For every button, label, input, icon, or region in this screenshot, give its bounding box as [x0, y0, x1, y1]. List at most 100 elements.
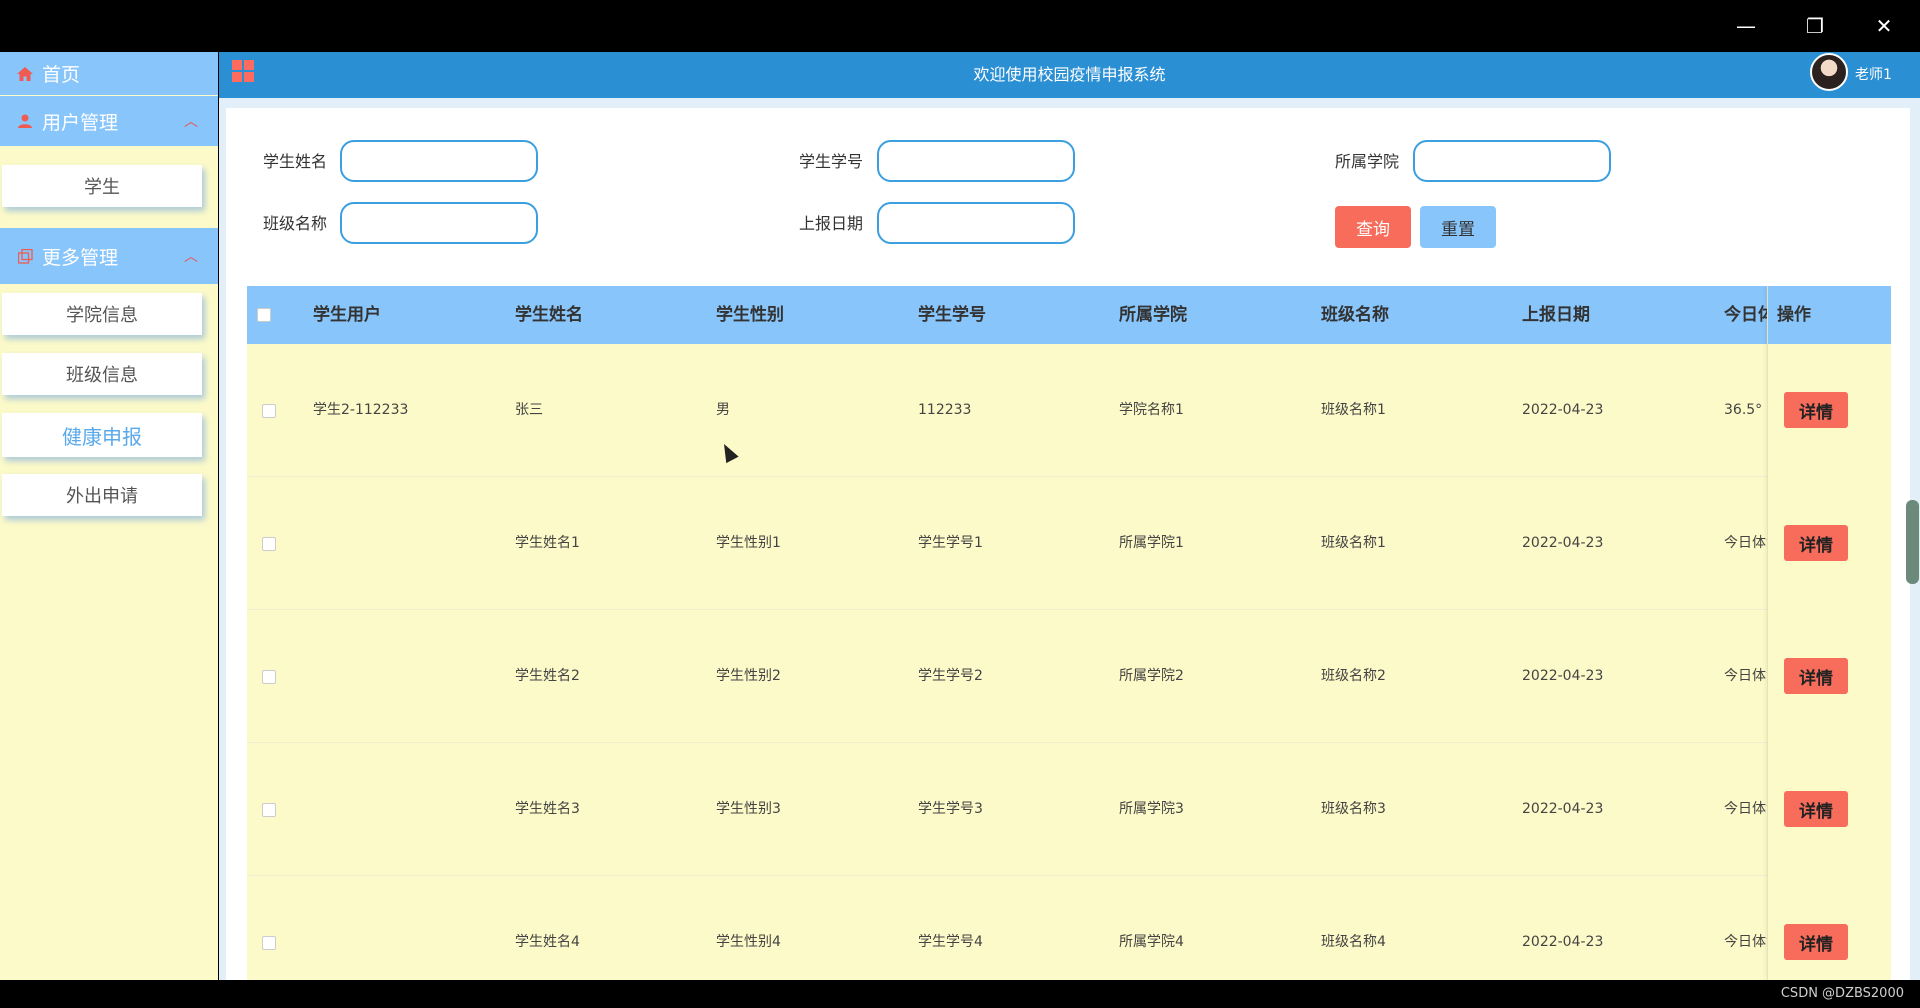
sidebar: 首页 用户管理 ︿ 学生 更多管理 ︿ 学院信息 班级信息 健康申报 外出申请	[0, 52, 218, 980]
cell-date: 2022-04-23	[1522, 801, 1604, 817]
page-scrollbar[interactable]	[1905, 98, 1920, 980]
grid-menu-icon[interactable]	[232, 60, 254, 82]
column-header: 操作	[1777, 305, 1811, 325]
chevron-up-icon: ︿	[184, 249, 198, 265]
sidebar-item-college[interactable]: 学院信息	[2, 293, 202, 335]
sidebar-item-student[interactable]: 学生	[2, 165, 202, 207]
cell-college: 所属学院3	[1119, 801, 1184, 817]
action-column-header-bg: 操作	[1768, 286, 1891, 344]
restore-icon[interactable]: ❐	[1782, 0, 1848, 52]
cell-date: 2022-04-23	[1522, 535, 1604, 551]
cell-date: 2022-04-23	[1522, 402, 1604, 418]
sidebar-group-label: 更多管理	[42, 246, 119, 269]
cell-college: 学院名称1	[1119, 402, 1184, 418]
class-name-input[interactable]	[340, 202, 538, 244]
college-label: 所属学院	[1335, 152, 1400, 171]
sidebar-home-label: 首页	[42, 64, 81, 86]
home-icon	[14, 66, 36, 81]
student-no-input[interactable]	[877, 140, 1075, 182]
cell-college: 所属学院2	[1119, 668, 1184, 684]
column-header[interactable]: 班级名称	[1321, 286, 1511, 344]
row-checkbox[interactable]	[262, 404, 276, 418]
detail-button[interactable]: 详情	[1784, 392, 1848, 428]
cell-temperature: 今日体温4	[1724, 934, 1767, 950]
table-row[interactable]: 学生2-112233 张三 男 112233 学院名称1 班级名称1 2022-…	[247, 344, 1891, 477]
column-header[interactable]: 学生性别	[716, 286, 906, 344]
column-header[interactable]: 学生学号	[918, 286, 1108, 344]
top-header: 欢迎使用校园疫情申报系统 老师1	[219, 52, 1920, 98]
cell-date: 2022-04-23	[1522, 668, 1604, 684]
cell-gender: 学生性别3	[716, 801, 781, 817]
column-header[interactable]: 学生姓名	[515, 286, 705, 344]
column-header[interactable]: 今日体温	[1724, 286, 1767, 344]
row-checkbox[interactable]	[262, 803, 276, 817]
avatar[interactable]	[1810, 53, 1848, 91]
column-header[interactable]: 学生用户	[313, 286, 503, 344]
watermark: CSDN @DZBS2000	[1780, 986, 1904, 1001]
cell-student-no: 学生学号1	[918, 535, 983, 551]
table-row[interactable]: 学生姓名2 学生性别2 学生学号2 所属学院2 班级名称2 2022-04-23…	[247, 610, 1891, 743]
report-date-input[interactable]	[877, 202, 1075, 244]
college-input[interactable]	[1413, 140, 1611, 182]
cell-college: 所属学院1	[1119, 535, 1184, 551]
sidebar-group-more-mgmt[interactable]: 更多管理 ︿	[0, 228, 218, 284]
cell-name: 学生姓名2	[515, 668, 580, 684]
cell-user	[313, 610, 503, 743]
detail-button[interactable]: 详情	[1784, 658, 1848, 694]
cell-date: 2022-04-23	[1522, 934, 1604, 950]
data-table: 学生用户 学生姓名 学生性别 学生学号 所属学院 班级名称 上报日期 今日体温 …	[247, 286, 1891, 980]
cell-college: 所属学院4	[1119, 934, 1184, 950]
cell-gender: 学生性别4	[716, 934, 781, 950]
cell-student-no: 112233	[918, 402, 972, 418]
cell-gender: 男	[716, 402, 730, 418]
cell-temperature: 今日体温1	[1724, 535, 1767, 551]
row-checkbox[interactable]	[262, 670, 276, 684]
scrollbar-thumb[interactable]	[1906, 500, 1919, 584]
sidebar-group-user-mgmt[interactable]: 用户管理 ︿	[0, 96, 218, 146]
sidebar-item-leave-request[interactable]: 外出申请	[2, 474, 202, 516]
column-header[interactable]: 所属学院	[1119, 286, 1309, 344]
cell-class: 班级名称4	[1321, 934, 1386, 950]
column-header[interactable]: 上报日期	[1522, 286, 1712, 344]
table-row[interactable]: 学生姓名4 学生性别4 学生学号4 所属学院4 班级名称4 2022-04-23…	[247, 876, 1891, 980]
cell-class: 班级名称1	[1321, 402, 1386, 418]
window-titlebar: — ❐ ✕	[0, 0, 1920, 52]
sidebar-item-label: 健康申报	[62, 424, 142, 449]
cell-name: 张三	[515, 402, 543, 418]
action-column: 操作 详情 详情 详情 详情 详情	[1767, 286, 1891, 980]
cell-user	[313, 477, 503, 610]
report-date-label: 上报日期	[799, 214, 864, 233]
cell-name: 学生姓名4	[515, 934, 580, 950]
table-row[interactable]: 学生姓名3 学生性别3 学生学号3 所属学院3 班级名称3 2022-04-23…	[247, 743, 1891, 876]
sidebar-group-label: 用户管理	[42, 111, 119, 134]
sidebar-item-class[interactable]: 班级信息	[2, 353, 202, 395]
cell-class: 班级名称1	[1321, 535, 1386, 551]
sidebar-item-health-report[interactable]: 健康申报	[2, 413, 202, 457]
cell-user	[313, 743, 503, 876]
detail-button[interactable]: 详情	[1784, 525, 1848, 561]
student-name-input[interactable]	[340, 140, 538, 182]
row-checkbox[interactable]	[262, 936, 276, 950]
page-title: 欢迎使用校园疫情申报系统	[973, 65, 1166, 84]
cell-name: 学生姓名1	[515, 535, 580, 551]
class-name-label: 班级名称	[263, 214, 328, 233]
row-checkbox[interactable]	[262, 537, 276, 551]
reset-button[interactable]: 重置	[1420, 206, 1496, 248]
select-all-checkbox[interactable]	[257, 308, 271, 322]
cell-temperature: 今日体温2	[1724, 668, 1767, 684]
cell-class: 班级名称3	[1321, 801, 1386, 817]
table-row[interactable]: 学生姓名1 学生性别1 学生学号1 所属学院1 班级名称1 2022-04-23…	[247, 477, 1891, 610]
close-icon[interactable]: ✕	[1851, 0, 1917, 52]
minimize-icon[interactable]: —	[1713, 0, 1779, 52]
query-button[interactable]: 查询	[1335, 206, 1411, 248]
username[interactable]: 老师1	[1855, 52, 1892, 98]
student-no-label: 学生学号	[799, 152, 864, 171]
cell-user: 学生2-112233	[313, 402, 409, 418]
detail-button[interactable]: 详情	[1784, 924, 1848, 960]
cell-temperature: 36.5°	[1724, 402, 1763, 418]
bottom-bar: CSDN @DZBS2000	[0, 980, 1920, 1008]
sidebar-home[interactable]: 首页	[0, 52, 218, 95]
cell-gender: 学生性别2	[716, 668, 781, 684]
main-area: 学生姓名 学生学号 所属学院 班级名称 上报日期 查询 重置 学生用户 学生姓名…	[219, 98, 1920, 980]
detail-button[interactable]: 详情	[1784, 791, 1848, 827]
